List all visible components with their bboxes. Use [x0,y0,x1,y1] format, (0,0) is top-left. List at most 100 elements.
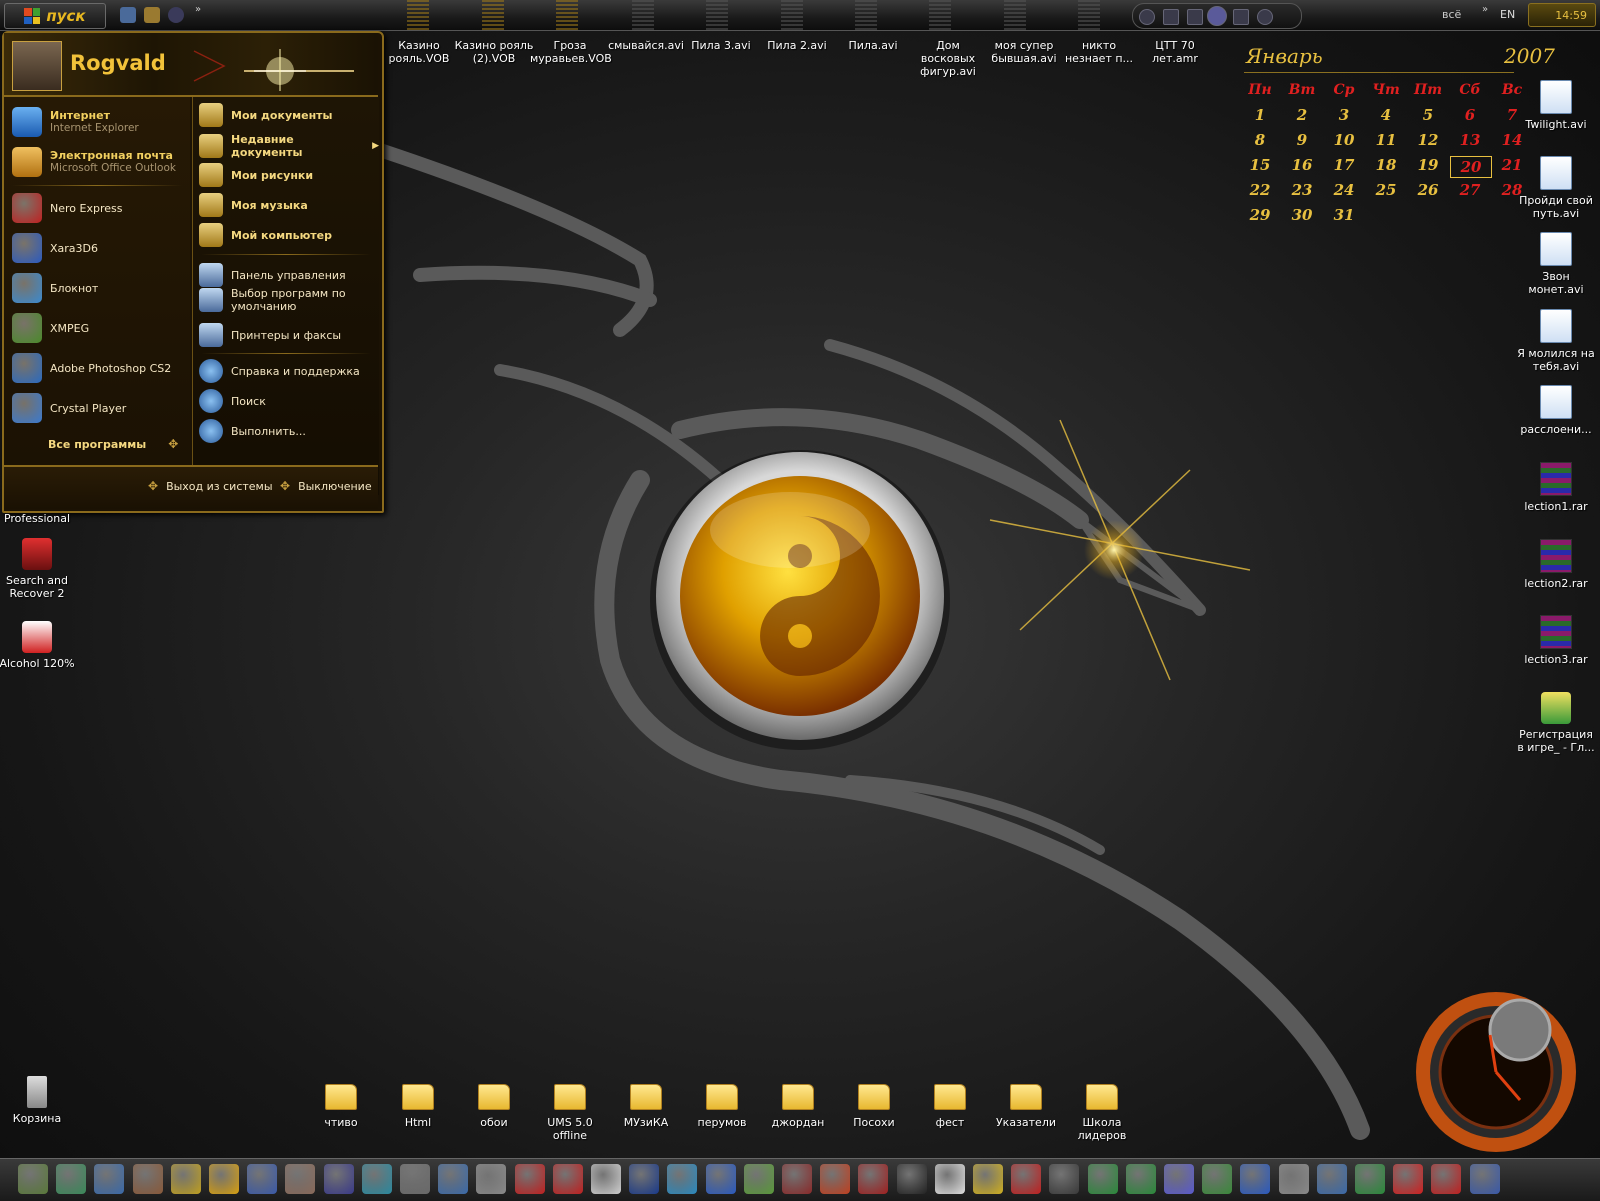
calendar-day[interactable]: 17 [1324,156,1364,174]
calendar-day[interactable]: 4 [1366,106,1406,124]
desktop-icon[interactable]: lection2.rar [1516,539,1596,590]
taskbar-app-icon[interactable] [973,1164,1003,1194]
calendar-day[interactable]: 27 [1450,181,1490,199]
taskbar-app-icon[interactable] [858,1164,889,1194]
places-item[interactable]: Мои документы [199,103,333,127]
desktop-icon[interactable]: расслоени... [1516,385,1596,436]
calendar-day[interactable]: 26 [1408,181,1448,199]
quicklaunch-icon[interactable] [144,7,160,23]
system-item[interactable]: Панель управления [199,263,369,287]
desktop-icon[interactable]: Корзина [0,1076,77,1125]
calendar-day[interactable]: 13 [1450,131,1490,149]
recent-program[interactable]: XMPEG [12,313,89,343]
calendar-day[interactable]: 12 [1408,131,1448,149]
taskbar-app-icon[interactable] [1049,1164,1080,1194]
folder-icon-item[interactable]: чтиво [301,1078,381,1129]
tray-label[interactable]: всё [1442,8,1461,21]
folder-icon-item[interactable]: Html [378,1078,458,1129]
logoff-button[interactable]: ✥ Выход из системы [148,479,273,493]
top-file-item[interactable]: Казино рояль.VOB [379,39,459,65]
calendar-day[interactable]: 30 [1282,206,1322,224]
top-file-item[interactable]: Пила 2.avi [757,39,837,52]
taskbar-app-icon[interactable] [1393,1164,1424,1194]
pinned-program[interactable]: Электронная почта Microsoft Office Outloo… [12,147,176,177]
folder-icon-item[interactable]: Школа лидеров [1062,1078,1142,1142]
taskbar-app-icon[interactable] [1125,1164,1156,1194]
taskbar-app-icon[interactable] [1087,1164,1118,1194]
taskbar-app-icon[interactable] [667,1164,698,1194]
taskbar-app-icon[interactable] [820,1164,851,1194]
calendar-day[interactable]: 9 [1282,131,1322,149]
taskbar-app-icon[interactable] [514,1164,545,1194]
stop-icon[interactable] [1163,9,1179,25]
recent-program[interactable]: Xara3D6 [12,233,98,263]
start-button[interactable]: пуск [4,3,106,29]
calendar-day[interactable]: 1 [1240,106,1280,124]
taskbar-app-icon[interactable] [1355,1164,1385,1194]
chevron-icon[interactable]: » [195,4,201,15]
calendar-day[interactable]: 16 [1282,156,1322,174]
top-file-item[interactable]: моя супер бывшая.avi [984,39,1064,65]
taskbar-app-icon[interactable] [56,1164,87,1194]
folder-icon-item[interactable]: перумов [682,1078,762,1129]
places-item[interactable]: Моя музыка [199,193,308,217]
calendar-day[interactable]: 24 [1324,181,1364,199]
top-file-item[interactable]: Гроза муравьев.VOB [530,39,612,65]
media-icon[interactable] [168,7,184,23]
taskbar-app-icon[interactable] [705,1164,736,1194]
user-avatar[interactable] [12,41,62,91]
taskbar-app-icon[interactable] [743,1164,774,1194]
pause-icon[interactable] [1207,6,1227,26]
places-item[interactable]: Мои рисунки [199,163,313,187]
taskbar-app-icon[interactable] [1431,1164,1462,1194]
calendar-day[interactable]: 5 [1408,106,1448,124]
prev-icon[interactable] [1139,9,1155,25]
calendar-day[interactable]: 2 [1282,106,1322,124]
recent-program[interactable]: Adobe Photoshop CS2 [12,353,171,383]
top-file-item[interactable]: Дом восковых фигур.avi [908,39,988,78]
top-file-item[interactable]: Пила.avi [833,39,913,52]
calendar-day[interactable]: 25 [1366,181,1406,199]
calendar-day[interactable]: 8 [1240,131,1280,149]
taskbar-app-icon[interactable] [629,1164,660,1194]
recent-program[interactable]: Crystal Player [12,393,126,423]
calendar-day[interactable]: 15 [1240,156,1280,174]
taskbar-app-icon[interactable] [1164,1164,1194,1194]
desktop-icon[interactable]: Professional [0,512,77,525]
top-file-item[interactable]: никто незнает п... [1059,39,1139,65]
calendar-day[interactable]: 22 [1240,181,1280,199]
tray-chevron-icon[interactable]: » [1482,4,1488,15]
volume-icon[interactable] [1257,9,1273,25]
places-item[interactable]: Недавние документы ▶ [199,133,379,159]
calendar-day[interactable]: 10 [1324,131,1364,149]
calendar-day[interactable]: 19 [1408,156,1448,174]
folder-icon-item[interactable]: МУзиКА [606,1078,686,1129]
taskbar-app-icon[interactable] [552,1164,583,1194]
shutdown-button[interactable]: ✥ Выключение [280,479,372,493]
folder-icon-item[interactable]: Указатели [986,1078,1066,1129]
desktop-icon[interactable]: Twilight.avi [1516,80,1596,131]
taskbar-app-icon[interactable] [170,1164,201,1194]
taskbar-app-icon[interactable] [209,1164,239,1194]
calendar-day[interactable]: 14 [1492,131,1532,149]
forward-icon[interactable] [1233,9,1249,25]
system-clock[interactable]: 14:59 [1528,3,1596,27]
taskbar-app-icon[interactable] [1316,1164,1347,1194]
calendar-day[interactable]: 20 [1450,156,1492,178]
help-item[interactable]: Справка и поддержка [199,359,360,383]
taskbar-app-icon[interactable] [94,1164,125,1194]
taskbar-app-icon[interactable] [285,1164,316,1194]
calendar-day[interactable]: 11 [1366,131,1406,149]
places-item[interactable]: Мой компьютер [199,223,332,247]
folder-icon-item[interactable]: джордан [758,1078,838,1129]
top-file-item[interactable]: смывайся.avi [606,39,686,52]
calendar-day[interactable]: 18 [1366,156,1406,174]
taskbar-app-icon[interactable] [132,1164,163,1194]
desktop-icon[interactable]: Пройди свой путь.avi [1516,156,1596,220]
folder-icon-item[interactable]: UMS 5.0 offline [530,1078,610,1142]
all-programs-button[interactable]: Все программы ✥ [48,437,178,451]
taskbar-app-icon[interactable] [438,1164,469,1194]
desktop-icon[interactable]: Alcohol 120% [0,621,77,670]
desktop-icon[interactable]: Регистрация в игре_ - Гл... [1516,692,1596,754]
pinned-program[interactable]: Интернет Internet Explorer [12,107,139,137]
